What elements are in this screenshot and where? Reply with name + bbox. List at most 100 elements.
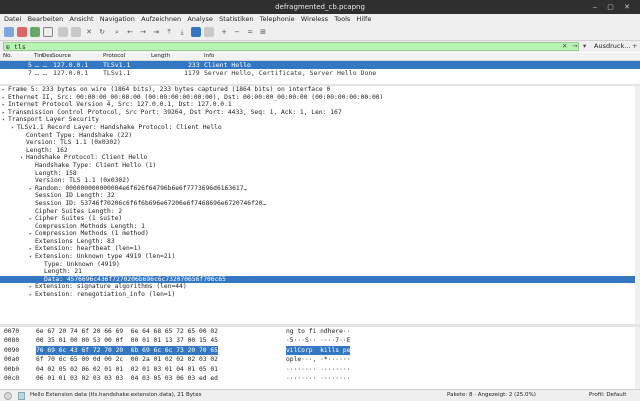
detail-tree-item[interactable]: ▸ Internet Protocol Version 4, Src: 127.0… [0,101,640,109]
go-forward-icon[interactable]: → [138,27,148,37]
detail-tree-item[interactable]: ▸ Random: 000000000000004e6f626f64796b6e6… [0,185,640,193]
filter-history-icon[interactable]: ▾ [583,42,586,51]
display-filter-bar: ⊞ tls ✕ → ▾ Ausdruck… + [0,41,640,52]
menu-telephony[interactable]: Telephonie [260,15,295,23]
hex-ascii: vilCorp kills pe [286,345,351,356]
detail-tree-item[interactable]: Length: 21 [0,268,640,276]
detail-tree-item[interactable]: Data: 4576696c436f7270206b696c6c73207065… [0,275,640,284]
hex-ascii: ········ ········ [286,374,351,382]
save-file-icon[interactable] [71,27,81,37]
detail-tree-item[interactable]: Cipher Suites Length: 2 [0,208,640,216]
column-no[interactable]: No. [3,53,12,60]
menu-file[interactable]: Datei [4,15,21,23]
menu-capture[interactable]: Aufzeichnen [141,15,181,23]
close-file-icon[interactable]: ✕ [84,27,94,37]
apply-filter-icon[interactable]: → [572,42,577,51]
window-controls[interactable]: ‒ ▢ ✕ [593,0,634,14]
stop-capture-icon[interactable] [17,27,27,37]
hex-row[interactable]: 00b0 04 02 05 02 06 02 01 01 02 01 03 01 … [0,365,640,374]
hex-row[interactable]: 00a0 6f 70 6c 65 00 0d 00 2c 00 2a 01 02 … [0,355,640,364]
column-source[interactable]: Source [52,53,71,60]
bytes-scrollbar[interactable] [635,327,640,389]
detail-tree-item[interactable]: ▸ Transmission Control Protocol, Src Port… [0,109,640,117]
hex-offset: 0090 [4,346,20,354]
detail-tree-item[interactable]: Extensions Length: 83 [0,238,640,246]
detail-tree-text: Internet Protocol Version 4, Src: 127.0.… [8,101,232,109]
go-to-packet-icon[interactable]: ⇥ [151,27,161,37]
reload-icon[interactable]: ↻ [97,27,107,37]
detail-tree-item[interactable]: ▸ Extension: signature_algorithms (len=44… [0,283,640,291]
detail-tree-item[interactable]: Version: TLS 1.1 (0x0302) [0,139,640,147]
colorize-icon[interactable] [204,27,214,37]
capture-options-icon[interactable] [43,27,53,37]
hex-row[interactable]: 00c0 06 01 01 03 02 03 03 03 04 03 05 03 … [0,374,640,383]
add-filter-button[interactable]: + [632,42,637,51]
open-file-icon[interactable] [58,27,68,37]
detail-tree-item[interactable]: ▸ Extension: renegotiation_info (len=1) [0,291,640,299]
packet-length: 233 [188,61,200,69]
detail-tree-item[interactable]: ▾ Extension: Unknown type 4919 (len=21) [0,253,640,261]
packet-row[interactable]: 7 … … 127.0.0.1 TLSv1.1 1179 Server Hell… [0,69,640,77]
menu-edit[interactable]: Bearbeiten [28,15,64,23]
hex-row[interactable]: 0080 00 35 01 00 00 53 00 0f 00 01 01 13 … [0,336,640,345]
detail-tree-item[interactable]: Type: Unknown (4919) [0,261,640,269]
detail-tree-text: Extension: renegotiation_info (len=1) [35,291,176,299]
go-back-icon[interactable]: ← [125,27,135,37]
restart-capture-icon[interactable] [30,27,40,37]
detail-tree-item[interactable]: ▾ Handshake Protocol: Client Hello [0,154,640,162]
zoom-reset-icon[interactable]: = [245,27,255,37]
hex-row[interactable]: 0070 6e 67 20 74 6f 20 66 69 6e 64 68 65 … [0,327,640,336]
menu-wireless[interactable]: Wireless [301,15,328,23]
capture-comment-icon[interactable] [18,391,25,400]
packet-row[interactable]: 5 … … 127.0.0.1 TLSv1.1 233 Client Hello [0,61,640,69]
last-packet-icon[interactable]: ⤓ [177,27,187,37]
menu-statistics[interactable]: Statistiken [219,15,253,23]
detail-tree-item[interactable]: Length: 162 [0,147,640,155]
find-packet-icon[interactable]: ⌕ [112,27,122,37]
menu-go[interactable]: Navigation [100,15,135,23]
profile-label[interactable]: Profil: Default [589,390,626,401]
first-packet-icon[interactable]: ⤒ [164,27,174,37]
detail-tree-item[interactable]: Handshake Type: Client Hello (1) [0,162,640,170]
menu-tools[interactable]: Tools [334,15,350,23]
column-length[interactable]: Length [151,53,170,60]
detail-tree-item[interactable]: ▸ Cipher Suites (1 suite) [0,215,640,223]
column-protocol[interactable]: Protocol [103,53,125,60]
packet-count: Pakete: 8 · Angezeigt: 2 (25.0%) [447,392,536,398]
detail-tree-item[interactable]: Compression Methods Length: 1 [0,223,640,231]
detail-tree-text: Extension: Unknown type 4919 (len=21) [35,253,176,261]
detail-tree-text: Session ID: 53746f70206c6f6f6b696e67206e… [35,199,267,207]
detail-tree-text: Data: 4576696c436f7270206b696c6c73207065… [44,275,226,283]
detail-tree-item[interactable]: Session ID Length: 32 [0,192,640,200]
start-capture-icon[interactable] [4,27,14,37]
menu-view[interactable]: Ansicht [70,15,94,23]
detail-tree-item[interactable]: ▸ Ethernet II, Src: 00:00:00_00:00:00 (00… [0,94,640,102]
packet-time: … [35,69,39,77]
detail-tree-item[interactable]: ▸ Compression Methods (1 method) [0,230,640,238]
detail-tree-item[interactable]: Length: 158 [0,170,640,178]
packet-protocol: TLSv1.1 [103,61,131,69]
hex-row[interactable]: 0090 76 69 6c 43 6f 72 70 20 6b 69 6c 6c … [0,345,640,356]
display-filter-input[interactable]: ⊞ tls [3,42,579,51]
detail-tree-text: Type: Unknown (4919) [44,260,120,268]
resize-columns-icon[interactable]: ⊞ [258,27,268,37]
detail-tree-item[interactable]: Session ID: 53746f70206c6f6f6b696e67206e… [0,200,640,208]
autoscroll-icon[interactable] [191,27,201,37]
detail-tree-item[interactable]: Content Type: Handshake (22) [0,132,640,140]
detail-tree-item[interactable]: ▾ TLSv1.1 Record Layer: Handshake Protoco… [0,124,640,132]
expression-button[interactable]: Ausdruck… [594,42,631,51]
menu-analyze[interactable]: Analyse [187,15,213,23]
clear-filter-icon[interactable]: ✕ [562,42,567,51]
zoom-out-icon[interactable]: − [232,27,242,37]
expert-info-icon[interactable] [4,391,12,400]
column-destination[interactable]: Des [42,53,52,60]
detail-tree-item[interactable]: ▾ Transport Layer Security [0,116,640,124]
detail-tree-item[interactable]: Version: TLS 1.1 (0x0302) [0,177,640,185]
column-info[interactable]: Info [204,53,214,60]
details-scrollbar[interactable] [635,86,640,324]
filter-bookmark-icon[interactable]: ⊞ [6,43,10,52]
detail-tree-item[interactable]: ▸ Frame 5: 233 bytes on wire (1864 bits),… [0,86,640,94]
menu-help[interactable]: Hilfe [357,15,372,23]
detail-tree-item[interactable]: ▸ Extension: heartbeat (len=1) [0,245,640,253]
zoom-in-icon[interactable]: + [219,27,229,37]
